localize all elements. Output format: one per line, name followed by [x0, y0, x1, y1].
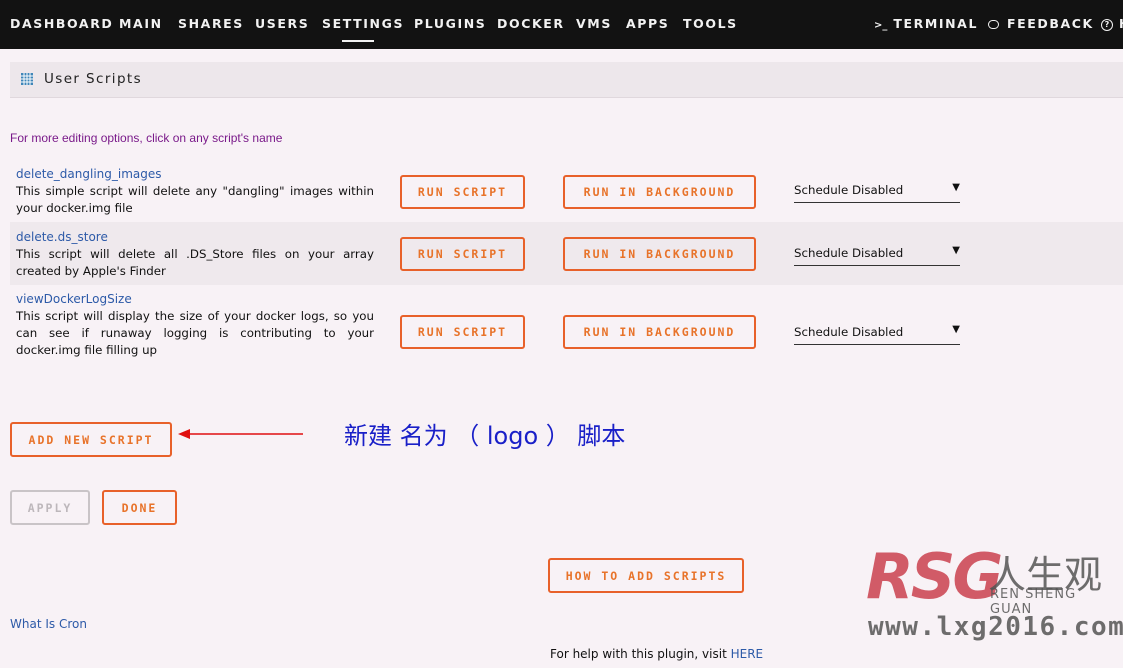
script-row: viewDockerLogSize This script will displ… [10, 285, 1123, 365]
top-nav-bar: DASHBOARD MAIN SHARES USERS SETTINGS PLU… [0, 0, 1123, 49]
nav-vms[interactable]: VMS [576, 16, 612, 31]
nav-feedback[interactable]: FEEDBACK [988, 16, 1094, 31]
script-description: This script will display the size of you… [16, 309, 374, 357]
help-here-link[interactable]: HERE [731, 647, 764, 661]
run-script-button[interactable]: RUN SCRIPT [400, 315, 525, 349]
add-new-script-button[interactable]: ADD NEW SCRIPT [10, 422, 172, 457]
run-script-button[interactable]: RUN SCRIPT [400, 175, 525, 209]
nav-help-label: H [1119, 16, 1123, 31]
dropdown-arrow-icon: ▼ [952, 324, 960, 335]
nav-apps[interactable]: APPS [626, 16, 669, 31]
script-name-link[interactable]: delete_dangling_images [16, 167, 162, 181]
dropdown-arrow-icon: ▼ [952, 245, 960, 256]
run-in-background-button[interactable]: RUN IN BACKGROUND [563, 237, 756, 271]
script-name-link[interactable]: viewDockerLogSize [16, 292, 132, 306]
schedule-value: Schedule Disabled [794, 246, 904, 260]
nav-tools[interactable]: TOOLS [683, 16, 738, 31]
grid-icon [21, 73, 33, 85]
help-text: For help with this plugin, visit [550, 647, 731, 661]
nav-feedback-label: FEEDBACK [1006, 16, 1094, 31]
schedule-value: Schedule Disabled [794, 183, 904, 197]
watermark-logo: RSG [866, 540, 1003, 613]
feedback-icon [988, 20, 999, 29]
schedule-value: Schedule Disabled [794, 325, 904, 339]
run-script-button[interactable]: RUN SCRIPT [400, 237, 525, 271]
nav-dashboard[interactable]: DASHBOARD [10, 16, 113, 31]
annotation-arrow-icon [178, 429, 303, 439]
help-footer: For help with this plugin, visit HERE [550, 647, 763, 661]
nav-settings[interactable]: SETTINGS [322, 16, 404, 31]
apply-button[interactable]: APPLY [10, 490, 90, 525]
nav-users[interactable]: USERS [255, 16, 309, 31]
nav-help[interactable]: ? H [1101, 16, 1123, 31]
active-nav-indicator [342, 40, 374, 42]
schedule-select[interactable]: Schedule Disabled ▼ [794, 322, 960, 345]
annotation-text: 新建 名为 （ logo ） 脚本 [344, 422, 626, 450]
page-title: User Scripts [44, 71, 143, 87]
nav-plugins[interactable]: PLUGINS [414, 16, 486, 31]
schedule-select[interactable]: Schedule Disabled ▼ [794, 243, 960, 266]
editing-hint: For more editing options, click on any s… [10, 131, 283, 145]
schedule-select[interactable]: Schedule Disabled ▼ [794, 180, 960, 203]
run-in-background-button[interactable]: RUN IN BACKGROUND [563, 315, 756, 349]
panel-header: User Scripts [10, 62, 1123, 98]
done-button[interactable]: DONE [102, 490, 177, 525]
script-name-link[interactable]: delete.ds_store [16, 230, 108, 244]
how-to-add-scripts-button[interactable]: HOW TO ADD SCRIPTS [548, 558, 744, 593]
what-is-cron-link[interactable]: What Is Cron [10, 617, 87, 631]
nav-main[interactable]: MAIN [119, 16, 163, 31]
nav-terminal-label: TERMINAL [893, 16, 979, 31]
nav-shares[interactable]: SHARES [178, 16, 244, 31]
help-icon: ? [1101, 18, 1113, 31]
dropdown-arrow-icon: ▼ [952, 182, 960, 193]
script-description: This script will delete all .DS_Store fi… [16, 247, 374, 278]
nav-terminal[interactable]: >_ TERMINAL [874, 16, 978, 31]
run-in-background-button[interactable]: RUN IN BACKGROUND [563, 175, 756, 209]
script-description: This simple script will delete any "dang… [16, 184, 374, 215]
script-row: delete.ds_store This script will delete … [10, 222, 1123, 285]
nav-docker[interactable]: DOCKER [497, 16, 565, 31]
terminal-icon: >_ [874, 20, 888, 31]
script-row: delete_dangling_images This simple scrip… [10, 160, 1123, 222]
watermark-url: www.lxg2016.com [868, 612, 1123, 642]
